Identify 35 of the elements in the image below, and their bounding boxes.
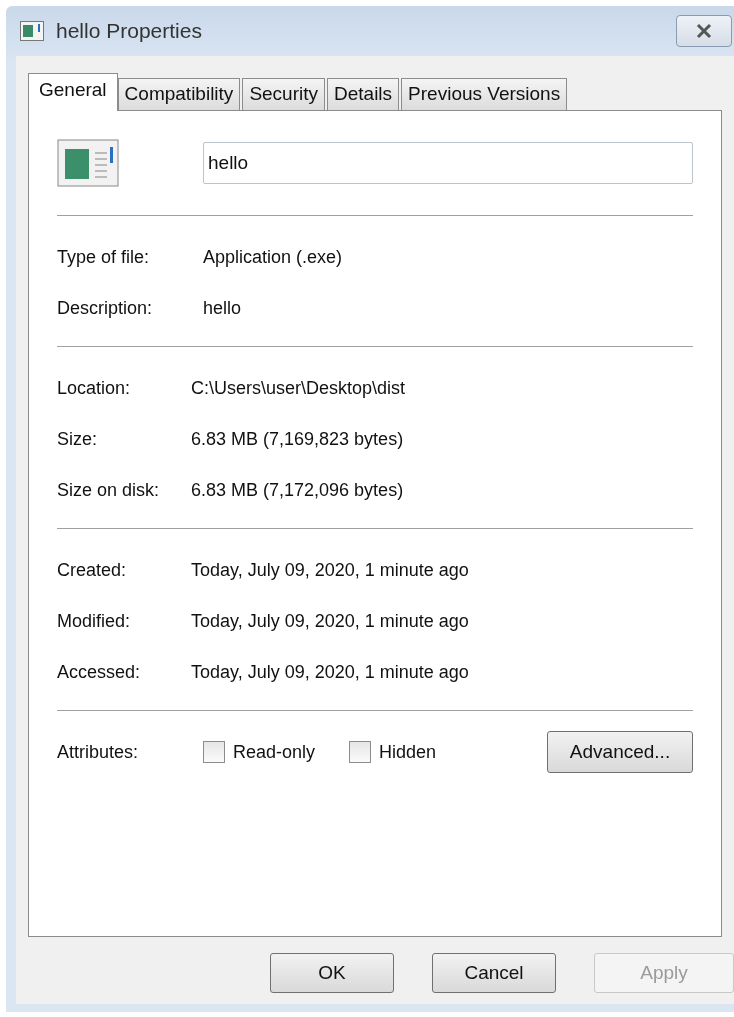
name-field[interactable]: hello xyxy=(203,142,693,184)
property-label: Description: xyxy=(57,298,154,319)
attributes-label: Attributes: xyxy=(57,741,140,763)
property-value: Application (.exe) xyxy=(203,247,343,268)
property-value: C:\Users\user\Desktop\dist xyxy=(191,378,406,399)
application-icon xyxy=(20,21,44,41)
checkbox-box[interactable] xyxy=(203,741,225,763)
application-icon xyxy=(57,139,121,187)
property-value: Today, July 09, 2020, 1 minute ago xyxy=(191,560,469,581)
dialog-button[interactable]: Cancel xyxy=(432,953,556,993)
dialog-button[interactable]: OK xyxy=(270,953,394,993)
property-label: Modified: xyxy=(57,611,132,632)
advanced-button[interactable]: Advanced... xyxy=(547,731,693,773)
property-label: Size on disk: xyxy=(57,480,161,501)
property-value: hello xyxy=(203,298,242,319)
tab[interactable]: General xyxy=(28,73,118,111)
property-label: Location: xyxy=(57,378,132,399)
tab[interactable]: Compatibility xyxy=(117,78,241,110)
close-button[interactable] xyxy=(676,15,732,47)
property-value: Today, July 09, 2020, 1 minute ago xyxy=(191,611,469,632)
property-label: Accessed: xyxy=(57,662,142,683)
checkbox-box[interactable] xyxy=(349,741,372,763)
property-value: 6.83 MB (7,172,096 bytes) xyxy=(191,480,404,501)
property-value: 6.83 MB (7,169,823 bytes) xyxy=(191,429,404,450)
tab[interactable]: Details xyxy=(327,78,400,110)
property-label: Created: xyxy=(57,560,128,581)
property-value: Today, July 09, 2020, 1 minute ago xyxy=(191,662,469,683)
checkbox[interactable]: Hidden xyxy=(349,741,437,763)
tab[interactable]: Security xyxy=(242,78,325,110)
window-title: hello Properties xyxy=(56,19,202,43)
property-label: Type of file: xyxy=(57,247,151,268)
property-label: Size: xyxy=(57,429,99,450)
close-icon xyxy=(694,23,714,39)
tab[interactable]: Previous Versions xyxy=(401,78,568,110)
checkbox[interactable]: Read-only xyxy=(203,741,316,763)
